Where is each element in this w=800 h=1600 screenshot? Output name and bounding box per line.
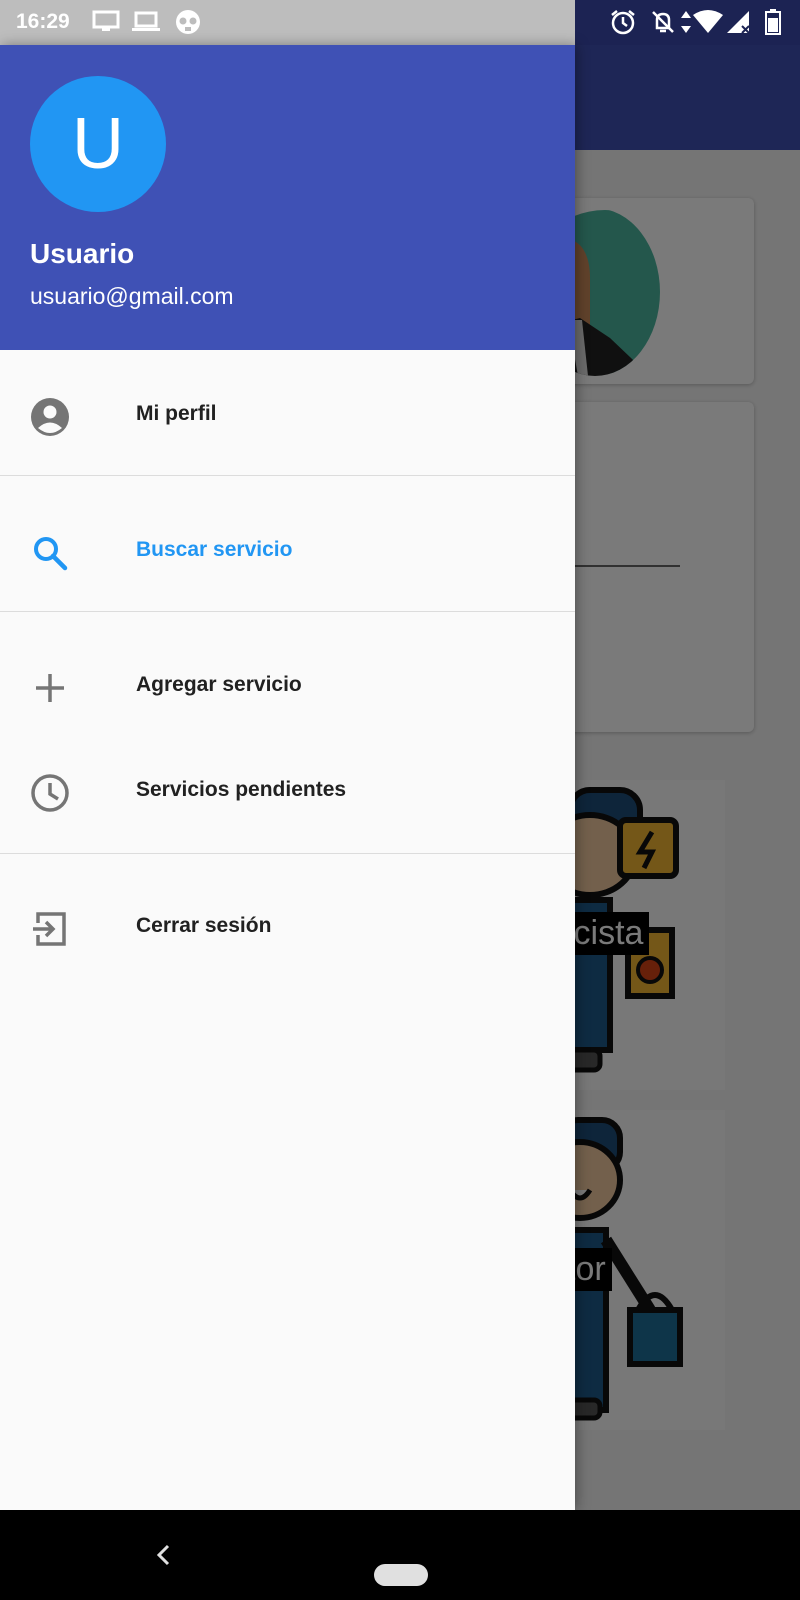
laptop-icon xyxy=(132,11,160,31)
data-arrows-icon xyxy=(681,11,691,33)
menu-item-mi-perfil[interactable]: Mi perfil xyxy=(0,364,575,468)
menu-item-label: Cerrar sesión xyxy=(136,914,272,937)
clock-icon xyxy=(31,774,69,812)
menu-item-label: Mi perfil xyxy=(136,402,217,425)
navigation-drawer: U Usuario usuario@gmail.com Mi perfil Bu… xyxy=(0,45,575,1510)
menu-item-servicios-pendientes[interactable]: Servicios pendientes xyxy=(0,740,575,844)
menu-item-label: Agregar servicio xyxy=(136,673,302,696)
status-bar-right xyxy=(575,0,800,45)
menu-item-buscar-servicio[interactable]: Buscar servicio xyxy=(0,500,575,604)
signal-icon xyxy=(727,11,750,34)
monitor-icon xyxy=(92,10,120,31)
drawer-header: U Usuario usuario@gmail.com xyxy=(0,45,575,350)
notifications-off-icon xyxy=(652,11,674,33)
status-bar-left: 16:29 xyxy=(0,0,575,45)
menu-item-cerrar-sesion[interactable]: Cerrar sesión xyxy=(0,876,575,980)
skull-icon xyxy=(176,10,200,34)
home-pill-icon[interactable] xyxy=(374,1564,428,1586)
plus-icon xyxy=(36,674,64,702)
menu-divider xyxy=(0,611,575,612)
status-time: 16:29 xyxy=(16,10,70,33)
user-name: Usuario xyxy=(30,238,135,269)
menu-divider xyxy=(0,475,575,476)
user-email: usuario@gmail.com xyxy=(30,283,234,309)
alarm-icon xyxy=(611,10,635,35)
account-circle-icon xyxy=(31,398,69,436)
menu-item-label: Servicios pendientes xyxy=(136,778,347,801)
status-bar: 16:29 xyxy=(0,0,800,45)
battery-icon xyxy=(765,9,781,35)
wifi-icon xyxy=(693,10,723,33)
avatar[interactable]: U xyxy=(30,76,166,212)
logout-icon xyxy=(33,912,66,946)
menu-item-label: Buscar servicio xyxy=(136,538,293,561)
back-icon[interactable] xyxy=(148,1538,178,1572)
system-nav-bar xyxy=(0,1510,800,1600)
menu-divider xyxy=(0,853,575,854)
search-icon xyxy=(34,537,68,571)
menu-item-agregar-servicio[interactable]: Agregar servicio xyxy=(0,635,575,739)
